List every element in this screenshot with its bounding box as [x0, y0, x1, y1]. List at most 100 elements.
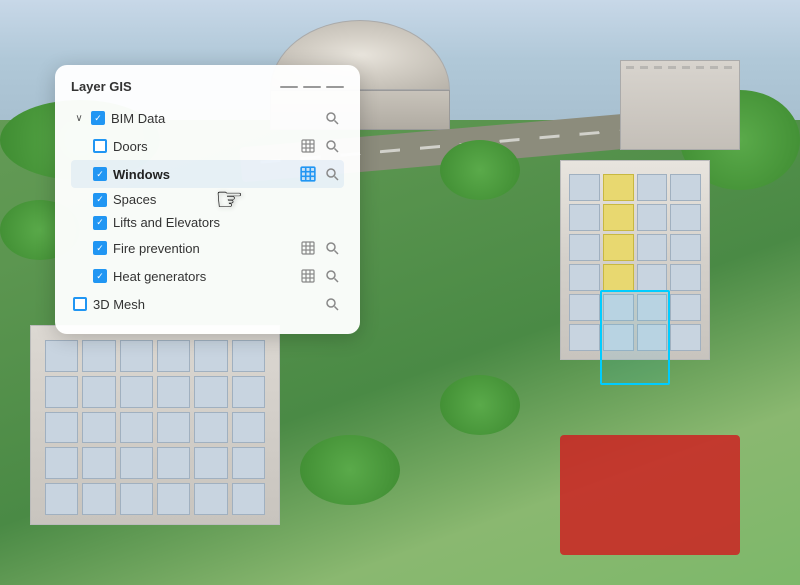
window-cell [603, 174, 634, 201]
window-cell [45, 340, 78, 372]
window-cell [670, 204, 701, 231]
building-center-windows [566, 171, 704, 354]
window-cell [569, 174, 600, 201]
layer-label-spaces: Spaces [113, 192, 342, 207]
window-cell [157, 340, 190, 372]
window-cell [157, 412, 190, 444]
checkbox-heat-generators[interactable] [93, 269, 107, 283]
window-cell [603, 204, 634, 231]
layer-item-heat-generators[interactable]: Heat generators [71, 262, 344, 290]
checkbox-lifts-elevators[interactable] [93, 216, 107, 230]
window-cell [45, 447, 78, 479]
window-cell [670, 234, 701, 261]
window-cell [194, 412, 227, 444]
window-cell [157, 376, 190, 408]
search-icon[interactable] [322, 238, 342, 258]
layer-item-lifts-elevators[interactable]: Lifts and Elevators [71, 211, 344, 234]
window-cell [637, 234, 668, 261]
window-cell [194, 376, 227, 408]
checkbox-spaces[interactable] [93, 193, 107, 207]
dash-2 [303, 86, 321, 88]
window-cell [45, 412, 78, 444]
window-cell [637, 294, 668, 321]
window-cell [120, 412, 153, 444]
layer-icons-bim-data [322, 108, 342, 128]
window-cell [569, 324, 600, 351]
window-cell [637, 264, 668, 291]
layer-gis-panel: Layer GIS ∨ BIM Data Do [55, 65, 360, 334]
table-icon[interactable] [298, 266, 318, 286]
layer-icons-heat-generators [298, 266, 342, 286]
layer-item-doors[interactable]: Doors [71, 132, 344, 160]
window-cell [232, 447, 265, 479]
playground [560, 435, 740, 555]
layer-item-bim-data[interactable]: ∨ BIM Data [71, 104, 344, 132]
checkbox-fire-prevention[interactable] [93, 241, 107, 255]
layer-icons-doors [298, 136, 342, 156]
layer-list: ∨ BIM Data Doors [71, 104, 344, 318]
window-cell [232, 376, 265, 408]
window-cell [670, 294, 701, 321]
window-cell [157, 483, 190, 515]
search-icon[interactable] [322, 266, 342, 286]
tree-cluster [440, 140, 520, 200]
layer-icons-3d-mesh [322, 294, 342, 314]
window-cell [637, 204, 668, 231]
window-cell [45, 483, 78, 515]
window-cell [157, 447, 190, 479]
layer-item-fire-prevention[interactable]: Fire prevention [71, 234, 344, 262]
layer-item-3d-mesh[interactable]: 3D Mesh [71, 290, 344, 318]
tree-cluster [440, 375, 520, 435]
window-cell [637, 324, 668, 351]
window-cell [670, 324, 701, 351]
window-cell [569, 234, 600, 261]
building-center-right [560, 160, 710, 360]
window-cell [603, 234, 634, 261]
window-cell [82, 483, 115, 515]
window-cell [120, 340, 153, 372]
window-cell [120, 483, 153, 515]
table-icon-active[interactable] [298, 164, 318, 184]
window-cell [637, 174, 668, 201]
window-cell [603, 264, 634, 291]
search-icon[interactable] [322, 136, 342, 156]
window-cell [569, 264, 600, 291]
window-cell [82, 447, 115, 479]
window-cell [82, 376, 115, 408]
search-icon[interactable] [322, 294, 342, 314]
building-bottom-left [30, 325, 280, 525]
window-cell [603, 324, 634, 351]
layer-label-heat-generators: Heat generators [113, 269, 292, 284]
layer-icons-fire-prevention [298, 238, 342, 258]
window-cell [194, 340, 227, 372]
layer-label-windows: Windows [113, 167, 292, 182]
layer-label-lifts-elevators: Lifts and Elevators [113, 215, 342, 230]
layer-item-spaces[interactable]: Spaces [71, 188, 344, 211]
table-icon[interactable] [298, 238, 318, 258]
window-cell [232, 340, 265, 372]
table-icon[interactable] [298, 136, 318, 156]
search-icon[interactable] [322, 164, 342, 184]
panel-title: Layer GIS [71, 79, 272, 94]
layer-label-fire-prevention: Fire prevention [113, 241, 292, 256]
layer-label-bim-data: BIM Data [111, 111, 316, 126]
window-cell [194, 447, 227, 479]
checkbox-doors[interactable] [93, 139, 107, 153]
window-cell [82, 412, 115, 444]
window-cell [45, 376, 78, 408]
dash-3 [326, 86, 344, 88]
layer-item-windows[interactable]: Windows [71, 160, 344, 188]
layer-label-doors: Doors [113, 139, 292, 154]
chevron-icon: ∨ [73, 112, 85, 124]
checkbox-bim-data[interactable] [91, 111, 105, 125]
window-cell [232, 412, 265, 444]
search-icon[interactable] [322, 108, 342, 128]
tree-cluster [300, 435, 400, 505]
layer-icons-windows [298, 164, 342, 184]
checkbox-3d-mesh[interactable] [73, 297, 87, 311]
building-left-windows [41, 336, 269, 519]
dash-1 [280, 86, 298, 88]
window-cell [569, 294, 600, 321]
checkbox-windows[interactable] [93, 167, 107, 181]
window-cell [194, 483, 227, 515]
